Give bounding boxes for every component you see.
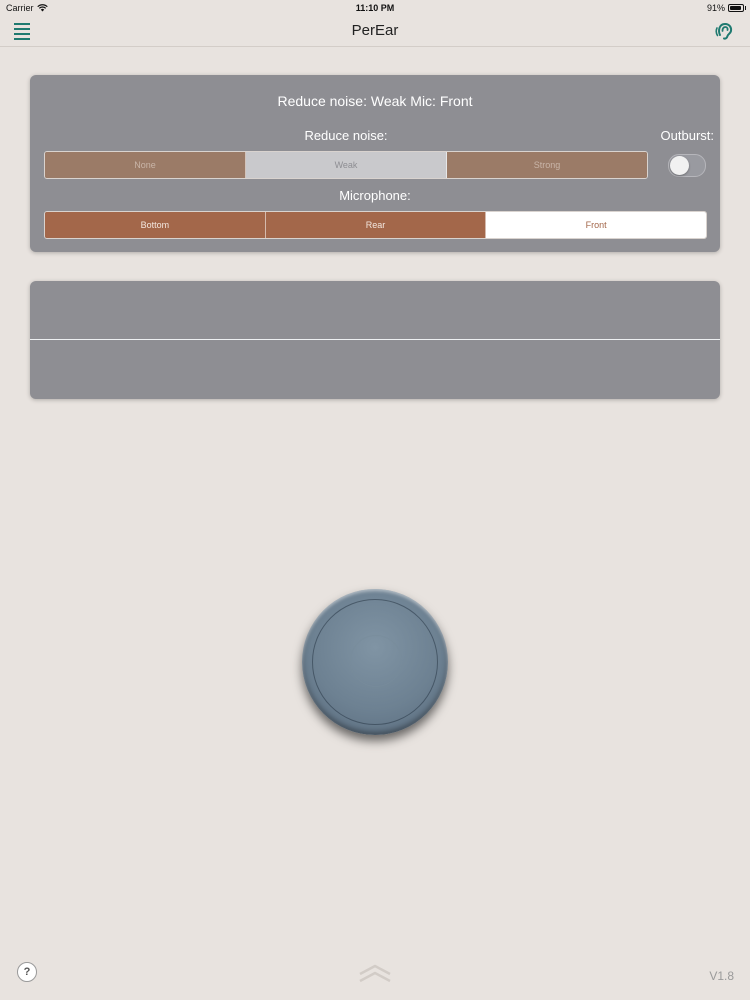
mic-option-rear[interactable]: Rear — [265, 212, 487, 238]
start-listening-button[interactable] — [302, 589, 448, 735]
battery-fill — [730, 6, 741, 10]
app-title: PerEar — [351, 22, 399, 39]
waveform-line — [30, 339, 720, 340]
noise-option-weak[interactable]: Weak — [246, 152, 447, 178]
status-bar: Carrier 11:10 PM 91% — [0, 0, 750, 16]
battery-info: 91% — [706, 3, 746, 13]
status-time: 11:10 PM — [355, 3, 395, 13]
microphone-label: Microphone: — [339, 188, 411, 203]
toggle-knob — [670, 156, 689, 175]
settings-card: Reduce noise: Weak Mic: Front Reduce noi… — [30, 75, 720, 252]
chevron-up-double-icon[interactable] — [358, 962, 392, 986]
noise-option-none[interactable]: None — [45, 152, 246, 178]
mic-option-front[interactable]: Front — [486, 212, 706, 238]
battery-percent: 91% — [706, 3, 725, 13]
microphone-segmented-control: Bottom Rear Front — [44, 211, 707, 239]
settings-summary: Reduce noise: Weak Mic: Front — [277, 93, 473, 109]
ear-icon[interactable] — [714, 20, 736, 42]
noise-option-strong[interactable]: Strong — [447, 152, 647, 178]
waveform-display — [30, 281, 720, 399]
outburst-label: Outburst: — [660, 128, 714, 143]
mic-option-bottom[interactable]: Bottom — [45, 212, 266, 238]
reduce-noise-segmented-control: None Weak Strong — [44, 151, 648, 179]
button-center-ring — [350, 635, 402, 687]
outburst-toggle[interactable] — [668, 154, 706, 177]
battery-icon — [728, 4, 746, 12]
help-button[interactable]: ? — [17, 962, 37, 982]
navigation-bar: PerEar — [0, 16, 750, 47]
reduce-noise-label: Reduce noise: — [304, 128, 388, 143]
version-label: V1.8 — [709, 969, 734, 983]
